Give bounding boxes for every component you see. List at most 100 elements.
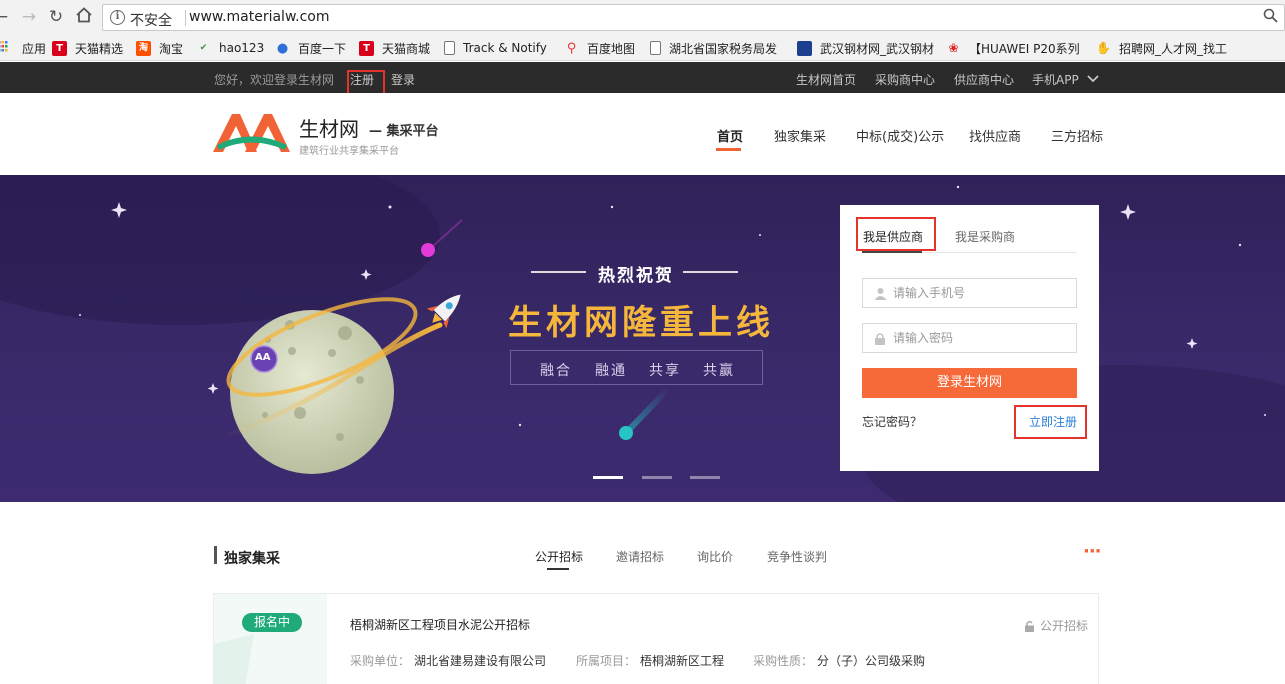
huawei-icon: ❀ bbox=[948, 40, 959, 55]
topbar-supplier-center-link[interactable]: 供应商中心 bbox=[954, 71, 1014, 88]
banner-logo-text: AA bbox=[255, 352, 271, 363]
bookmark-label: hao123 bbox=[219, 41, 265, 55]
nature-label: 采购性质： bbox=[753, 654, 814, 668]
url-divider bbox=[185, 10, 186, 26]
banner-value: 共赢 bbox=[703, 363, 735, 379]
phone-input[interactable] bbox=[893, 286, 1063, 300]
bookmark-label: 百度一下 bbox=[298, 41, 347, 56]
more-options-icon[interactable]: ··· bbox=[1083, 541, 1101, 562]
bookmark-recruit[interactable]: ✋ 招聘网_人才网_找工 bbox=[1096, 39, 1285, 57]
apps-grid-icon bbox=[0, 40, 8, 56]
bookmark-baidu-map[interactable]: ⚲ 百度地图 bbox=[564, 39, 635, 57]
tab-active-underline bbox=[862, 251, 922, 253]
nav-bid-results[interactable]: 中标(成交)公示 bbox=[856, 126, 944, 145]
nav-active-underline bbox=[716, 148, 741, 151]
section-title: 独家集采 bbox=[224, 551, 280, 567]
topbar-home-link[interactable]: 生材网首页 bbox=[796, 71, 856, 88]
bookmark-track-notify[interactable]: Track & Notify bbox=[444, 39, 547, 57]
highlight-box bbox=[1014, 405, 1087, 439]
bookmark-hao123[interactable]: ✔ hao123 bbox=[196, 39, 265, 57]
tab-buyer[interactable]: 我是采购商 bbox=[955, 228, 1015, 245]
carousel-dot-1[interactable] bbox=[593, 476, 623, 479]
nav-third-party-tender[interactable]: 三方招标 bbox=[1051, 126, 1103, 145]
card-type: 公开招标 bbox=[1024, 617, 1088, 634]
back-arrow-icon[interactable]: ← bbox=[0, 6, 12, 28]
topbar-buyer-center-link[interactable]: 采购商中心 bbox=[875, 71, 935, 88]
phone-field[interactable] bbox=[862, 278, 1077, 308]
hao123-icon: ✔ bbox=[199, 42, 208, 53]
status-badge: 报名中 bbox=[242, 613, 302, 632]
bookmark-label: 【HUAWEI P20系列 bbox=[969, 41, 1080, 56]
password-field[interactable] bbox=[862, 323, 1077, 353]
card-title[interactable]: 梧桐湖新区工程项目水泥公开招标 bbox=[350, 616, 530, 633]
site-topbar: 您好，欢迎登录生材网 注册 登录 生材网首页 采购商中心 供应商中心 手机APP bbox=[0, 62, 1285, 97]
bookmark-tax-bureau[interactable]: 湖北省国家税务局发 bbox=[650, 39, 786, 57]
hero-banner[interactable]: AA 热烈祝贺 生材网隆重上线 融合 融通 共享 共赢 我是供应商 我是采购商 … bbox=[0, 175, 1285, 502]
map-pin-icon: ⚲ bbox=[566, 40, 577, 56]
bookmark-label: Track & Notify bbox=[463, 41, 547, 55]
tender-card[interactable]: 报名中 梧桐湖新区工程项目水泥公开招标 公开招标 采购单位： 湖北省建易建设有限公… bbox=[213, 593, 1099, 684]
page-icon bbox=[444, 41, 455, 55]
card-nature: 采购性质： 分（子）公司级采购 bbox=[753, 652, 925, 669]
bookmark-tmall-select[interactable]: T 天猫精选 bbox=[52, 39, 123, 57]
heading-right-rule bbox=[683, 271, 738, 273]
carousel-dot-3[interactable] bbox=[690, 476, 720, 479]
tab-invited-tender[interactable]: 邀请招标 bbox=[616, 548, 664, 565]
highlight-box bbox=[856, 217, 936, 251]
bookmark-baidu[interactable]: ● 百度一下 bbox=[275, 39, 346, 57]
card-unit: 采购单位： 湖北省建易建设有限公司 bbox=[350, 652, 546, 669]
banner-title: 生材网隆重上线 bbox=[508, 303, 774, 343]
nav-exclusive-procurement[interactable]: 独家集采 bbox=[774, 126, 826, 145]
project-value: 梧桐湖新区工程 bbox=[640, 654, 725, 668]
tab-open-tender[interactable]: 公开招标 bbox=[535, 548, 583, 565]
project-label: 所属项目： bbox=[576, 654, 637, 668]
banner-value: 共享 bbox=[649, 363, 681, 379]
banner-heading: 热烈祝贺 bbox=[598, 266, 674, 286]
banner-value: 融合 bbox=[540, 363, 572, 379]
bookmark-label: 招聘网_人才网_找工 bbox=[1119, 41, 1228, 56]
bookmark-wuhan-steel[interactable]: 武汉钢材网_武汉钢材 bbox=[797, 39, 935, 57]
nav-find-supplier[interactable]: 找供应商 bbox=[969, 126, 1021, 145]
brand-tagline: 建筑行业共享集采平台 bbox=[299, 146, 399, 157]
password-input[interactable] bbox=[893, 331, 1063, 345]
forgot-password-link[interactable]: 忘记密码？ bbox=[862, 413, 922, 430]
login-submit-button[interactable]: 登录生材网 bbox=[862, 368, 1077, 398]
nav-home[interactable]: 首页 bbox=[717, 126, 743, 145]
topbar-login-link[interactable]: 登录 bbox=[391, 71, 415, 88]
bookmark-taobao[interactable]: 淘 淘宝 bbox=[136, 39, 183, 57]
hand-icon: ✋ bbox=[1096, 40, 1111, 55]
taobao-icon: 淘 bbox=[136, 40, 151, 56]
bookmark-label: 应用 bbox=[22, 41, 47, 56]
address-bar[interactable]: i 不安全 www.materialw.com bbox=[102, 4, 1285, 31]
home-icon[interactable] bbox=[73, 6, 95, 28]
bookmark-label: 淘宝 bbox=[159, 41, 184, 56]
carousel-dot-2[interactable] bbox=[642, 476, 672, 479]
topbar-mobile-app-link[interactable]: 手机APP bbox=[1032, 71, 1079, 88]
info-icon[interactable]: i bbox=[110, 10, 125, 25]
bookmarks-bar: 应用 T 天猫精选 淘 淘宝 ✔ hao123 ● 百度一下 T 天猫商城 Tr… bbox=[0, 35, 1285, 61]
tab-competitive-negotiation[interactable]: 竞争性谈判 bbox=[767, 548, 827, 565]
baidu-paw-icon: ● bbox=[276, 40, 289, 56]
tab-price-inquiry[interactable]: 询比价 bbox=[697, 548, 733, 565]
card-type-label: 公开招标 bbox=[1040, 619, 1089, 633]
zoom-magnifier-icon[interactable] bbox=[1263, 8, 1278, 27]
bookmark-apps[interactable]: 应用 bbox=[0, 39, 46, 57]
url-text[interactable]: www.materialw.com bbox=[189, 9, 329, 25]
card-status-panel: 报名中 bbox=[214, 594, 327, 684]
bookmark-tmall-mall[interactable]: T 天猫商城 bbox=[359, 39, 430, 57]
page-icon bbox=[650, 41, 661, 55]
bookmark-huawei[interactable]: ❀ 【HUAWEI P20系列 bbox=[946, 39, 1084, 57]
forward-arrow-icon[interactable]: → bbox=[18, 6, 40, 28]
insecure-label: 不安全 bbox=[130, 13, 172, 29]
lock-icon bbox=[873, 331, 887, 345]
reload-icon[interactable]: ↻ bbox=[45, 6, 67, 28]
browser-toolbar: ← → ↻ i 不安全 www.materialw.com bbox=[0, 0, 1285, 35]
section-accent-bar bbox=[214, 546, 217, 564]
bookmark-label: 湖北省国家税务局发 bbox=[669, 41, 778, 56]
card-decoration bbox=[214, 634, 254, 684]
site-icon bbox=[797, 40, 812, 56]
user-icon bbox=[873, 286, 887, 300]
brand-logo-icon[interactable] bbox=[213, 112, 291, 154]
tmall-icon: T bbox=[52, 40, 67, 56]
chevron-down-icon[interactable] bbox=[1087, 72, 1099, 86]
